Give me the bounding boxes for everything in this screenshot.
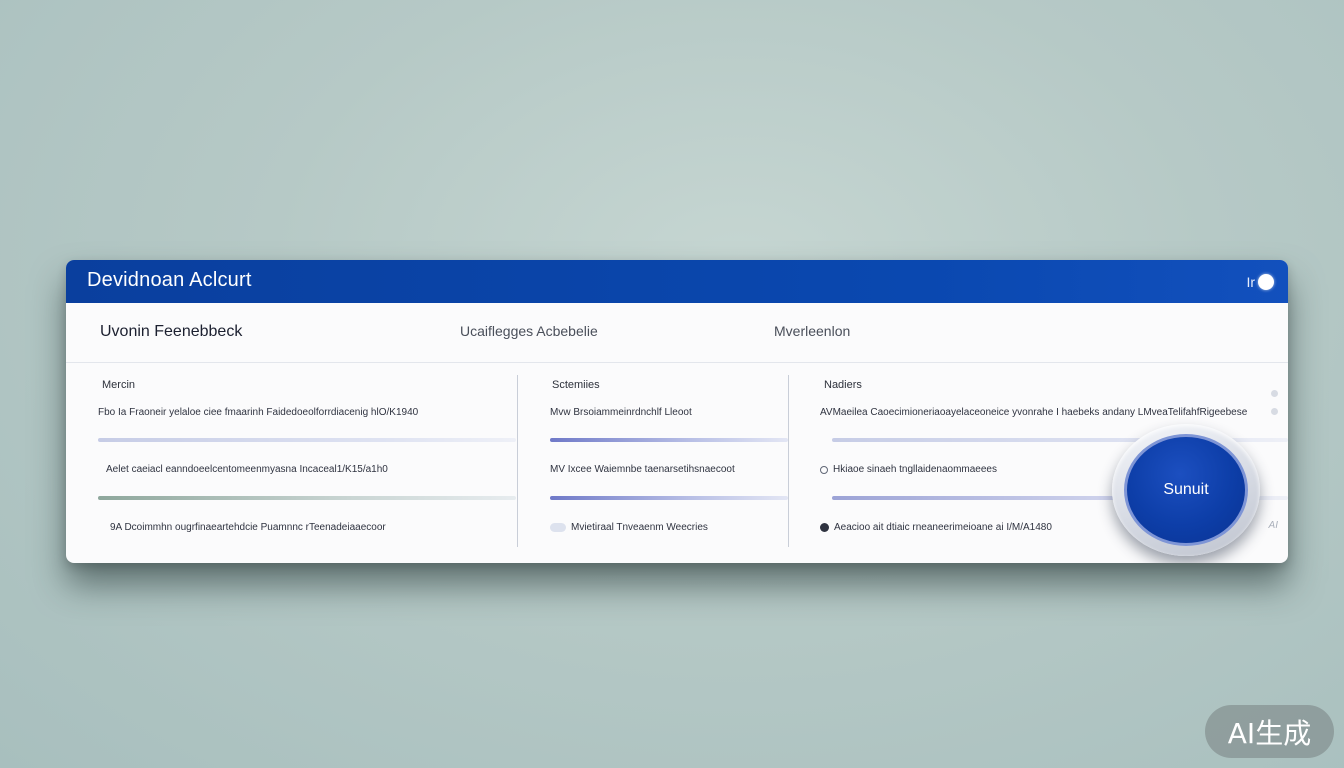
list-item-text: 9A Dcoimmhn ougrfinaeartehdcie Puamnnc r… (110, 522, 386, 533)
window-title: Devidnoan Aclcurt (87, 269, 252, 291)
title-toggle[interactable]: Ir (1246, 273, 1274, 291)
list-item-text: Mvw Brsoiammeinrdnchlf Lleoot (550, 407, 692, 418)
list-item[interactable]: Fbo Ia Fraoneir yelaloe ciee fmaarinh Fa… (98, 407, 418, 418)
list-item-text: AVMaeilea Caoecimioneriaoayelaceoneice y… (820, 407, 1248, 418)
list-item[interactable]: 9A Dcoimmhn ougrfinaeartehdcie Puamnnc r… (110, 522, 386, 533)
dialog-panel: Devidnoan Aclcurt Ir Uvonin Feenebbeck U… (66, 260, 1288, 563)
submit-button-bezel: Sunuit (1112, 424, 1260, 556)
column-heading: Nadiers (824, 379, 862, 391)
column-1: Mercin Fbo Ia Fraoneir yelaloe ciee fmaa… (96, 363, 516, 563)
list-item-text: Aeacioo ait dtiaic rneaneerimeioane ai I… (834, 522, 1052, 533)
list-item-text: Hkiaoe sinaeh tngllaidenaommaeees (833, 464, 997, 475)
progress-bar (98, 496, 516, 500)
column-heading: Mercin (102, 379, 136, 391)
list-item-text: MV Ixcee Waiemnbe taenarsetihsnaecoot (550, 464, 735, 475)
list-item[interactable]: Hkiaoe sinaeh tngllaidenaommaeees (820, 464, 997, 475)
list-item[interactable]: AVMaeilea Caoecimioneriaoayelaceoneice y… (820, 407, 1247, 418)
ai-generated-watermark: AI生成 (1205, 705, 1334, 758)
list-item-text: Fbo Ia Fraoneir yelaloe ciee fmaarinh Fa… (98, 407, 419, 418)
list-item[interactable]: Aeacioo ait dtiaic rneaneerimeioane ai I… (820, 522, 1052, 533)
tab-second[interactable]: Ucaiflegges Acbebelie (460, 323, 598, 339)
submit-button[interactable]: Sunuit (1124, 434, 1248, 546)
progress-bar (98, 438, 516, 442)
tab-bar: Uvonin Feenebbeck Ucaiflegges Acbebelie … (66, 303, 1288, 363)
progress-bar (550, 438, 788, 442)
toggle-label: Ir (1246, 274, 1255, 290)
radio-icon (820, 465, 828, 474)
list-item[interactable]: Mvietiraal Tnveaenm Weecries (550, 522, 708, 533)
list-item[interactable]: Mvw Brsoiammeinrdnchlf Lleoot (550, 407, 692, 418)
tab-feedback[interactable]: Uvonin Feenebbeck (100, 323, 242, 341)
scroll-dot-icon[interactable] (1271, 408, 1278, 415)
column-divider (517, 375, 518, 547)
pill-icon (550, 523, 566, 532)
column-heading: Sctemiies (552, 379, 600, 391)
column-divider (788, 375, 789, 547)
list-item[interactable]: Aelet caeiacl eanndoeelcentomeenmyasna I… (106, 464, 388, 475)
toggle-knob-icon[interactable] (1258, 274, 1274, 290)
list-item[interactable]: MV Ixcee Waiemnbe taenarsetihsnaecoot (550, 464, 735, 475)
column-2: Sctemiies Mvw Brsoiammeinrdnchlf Lleoot … (548, 363, 788, 563)
bullet-icon (820, 523, 829, 532)
tab-third[interactable]: Mverleenlon (774, 323, 850, 339)
list-item-text: Mvietiraal Tnveaenm Weecries (571, 522, 708, 533)
side-label: AI (1268, 520, 1278, 531)
title-bar: Devidnoan Aclcurt Ir (66, 260, 1288, 303)
list-item-text: Aelet caeiacl eanndoeelcentomeenmyasna I… (106, 464, 388, 475)
progress-bar (550, 496, 788, 500)
scroll-dot-icon[interactable] (1271, 390, 1278, 397)
